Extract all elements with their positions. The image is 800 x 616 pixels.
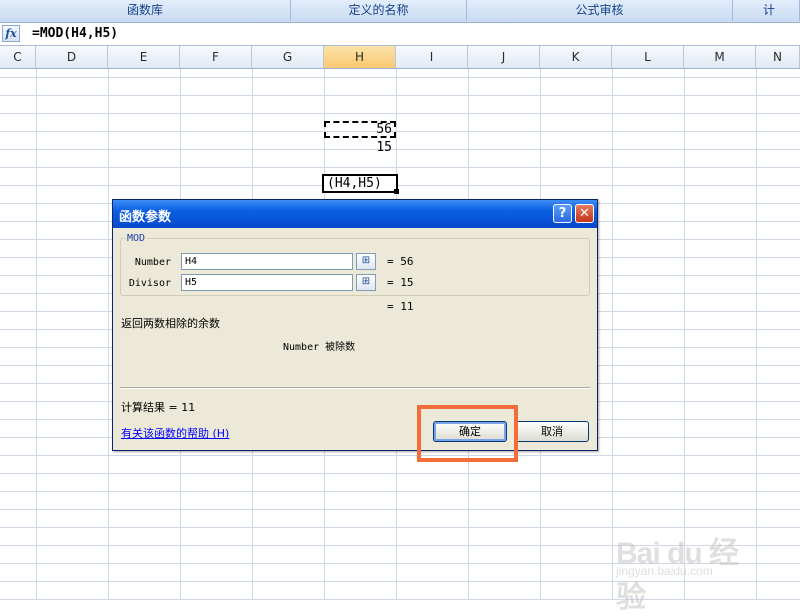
cell-h5[interactable]: 15 <box>324 140 396 155</box>
ribbon-group-strip: 函数库 定义的名称 公式审核 计 <box>0 0 800 23</box>
number-range-picker-icon[interactable]: ⊞ <box>356 253 376 270</box>
cell-h6-active[interactable]: (H4,H5) <box>322 174 399 194</box>
column-header-f[interactable]: F <box>180 46 252 68</box>
argument-description-name: Number <box>283 342 320 353</box>
column-header-n[interactable]: N <box>756 46 800 68</box>
ribbon-group-defined-names[interactable]: 定义的名称 <box>291 0 467 21</box>
fx-icon[interactable]: fx <box>2 25 20 42</box>
argument-description-text: 被除数 <box>325 342 356 353</box>
column-headers: C D E F G H I J K L M N <box>0 46 800 69</box>
fill-handle[interactable] <box>394 189 399 194</box>
cell-h4[interactable]: 56 <box>324 121 396 138</box>
dialog-title: 函数参数 <box>119 210 172 225</box>
column-header-h[interactable]: H <box>324 46 396 68</box>
watermark-url: jingyan.baidu.com <box>616 564 713 578</box>
divisor-range-picker-icon[interactable]: ⊞ <box>356 274 376 291</box>
cancel-button[interactable]: 取消 <box>515 421 589 442</box>
column-header-d[interactable]: D <box>36 46 108 68</box>
divider <box>120 387 590 389</box>
formula-input[interactable]: =MOD(H4,H5) <box>32 26 118 41</box>
close-icon[interactable]: ✕ <box>575 204 594 223</box>
calculation-result: 计算结果 = 11 <box>121 401 196 414</box>
dialog-title-bar[interactable]: 函数参数 ? ✕ <box>113 200 597 228</box>
column-header-l[interactable]: L <box>612 46 684 68</box>
number-input[interactable]: H4 <box>181 253 353 270</box>
column-header-m[interactable]: M <box>684 46 756 68</box>
column-header-k[interactable]: K <box>540 46 612 68</box>
cell-h6-content: (H4,H5) <box>327 176 382 191</box>
argument-description: Number 被除数 <box>283 338 355 353</box>
divisor-value: = 15 <box>387 276 414 289</box>
number-value: = 56 <box>387 255 414 268</box>
column-header-i[interactable]: I <box>396 46 468 68</box>
column-header-j[interactable]: J <box>468 46 540 68</box>
function-description: 返回两数相除的余数 <box>121 317 220 330</box>
divisor-label: Divisor <box>128 278 171 289</box>
column-header-e[interactable]: E <box>108 46 180 68</box>
ribbon-group-calculation[interactable]: 计 <box>733 0 800 21</box>
formula-bar: fx =MOD(H4,H5) <box>0 23 800 46</box>
baidu-jingyan-watermark: Bai du 经验 jingyan.baidu.com <box>612 520 762 614</box>
column-header-c[interactable]: C <box>0 46 36 68</box>
divisor-input[interactable]: H5 <box>181 274 353 291</box>
ok-button-highlight <box>417 405 518 462</box>
number-label: Number <box>134 257 171 268</box>
function-arguments-dialog: 函数参数 ? ✕ MOD Number H4 ⊞ = 56 Divisor H5… <box>112 199 598 451</box>
ribbon-group-function-library[interactable]: 函数库 <box>0 0 291 21</box>
help-icon[interactable]: ? <box>553 204 572 223</box>
column-header-g[interactable]: G <box>252 46 324 68</box>
formula-preview-result: = 11 <box>387 300 414 313</box>
function-help-link[interactable]: 有关该函数的帮助 (H) <box>121 425 229 441</box>
ribbon-group-formula-auditing[interactable]: 公式审核 <box>467 0 733 21</box>
function-name: MOD <box>125 233 148 244</box>
